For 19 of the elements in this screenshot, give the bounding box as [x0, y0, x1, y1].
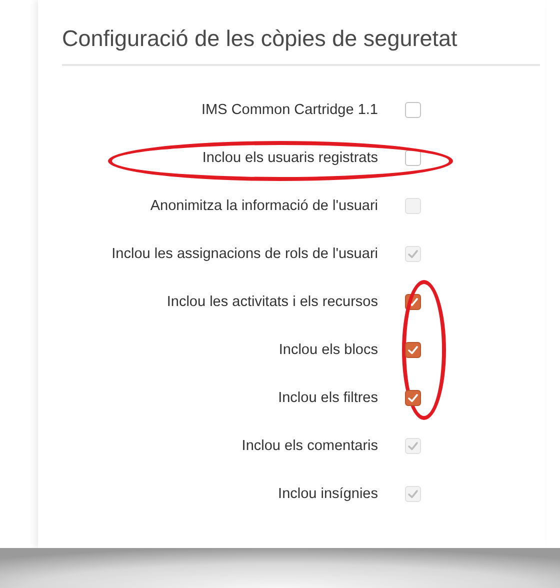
- setting-label: Inclou els comentaris: [242, 437, 378, 456]
- setting-label: Inclou els blocs: [278, 341, 378, 360]
- section-title: Configuració de les còpies de seguretat: [62, 26, 540, 66]
- check-icon: [407, 488, 419, 500]
- check-icon: [407, 344, 419, 356]
- check-icon: [407, 392, 419, 404]
- setting-label: Inclou les activitats i els recursos: [166, 293, 378, 312]
- checkbox[interactable]: [405, 102, 421, 118]
- setting-label: Inclou les assignacions de rols de l'usuari: [112, 245, 378, 264]
- setting-label: Anonimitza la informació de l'usuari: [150, 197, 378, 216]
- check-icon: [407, 248, 419, 260]
- checkbox[interactable]: [405, 342, 421, 358]
- setting-label: Inclou els filtres: [278, 389, 378, 408]
- setting-label: Inclou insígnies: [278, 485, 378, 504]
- setting-label: IMS Common Cartridge 1.1: [202, 101, 378, 120]
- checkbox[interactable]: [405, 150, 421, 166]
- setting-label: Inclou els usuaris registrats: [202, 149, 378, 168]
- checkbox[interactable]: [405, 390, 421, 406]
- check-icon: [407, 440, 419, 452]
